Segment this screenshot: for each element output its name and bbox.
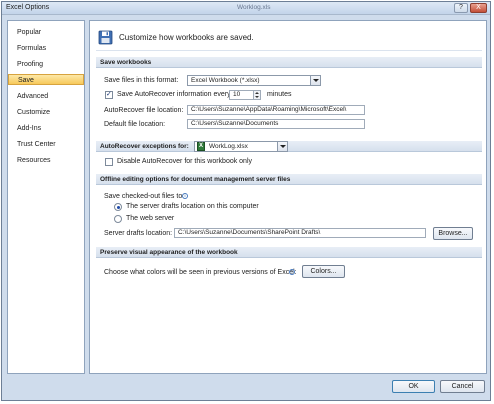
save-format-select[interactable]: Excel Workbook (*.xlsx) <box>187 75 321 86</box>
info-icon: i <box>289 269 295 275</box>
autorecover-checkbox[interactable] <box>105 90 113 99</box>
save-format-value: Excel Workbook (*.xlsx) <box>191 77 260 84</box>
nav-item-trust-center[interactable]: Trust Center <box>8 139 84 150</box>
close-button[interactable]: X <box>470 3 487 13</box>
nav-item-save[interactable]: Save <box>8 74 84 85</box>
options-navigation: Popular Formulas Proofing Save Advanced … <box>7 20 85 374</box>
disable-autorecover-checkbox[interactable] <box>105 158 113 166</box>
section-visual-appearance: Preserve visual appearance of the workbo… <box>96 247 482 258</box>
chevron-down-icon[interactable] <box>310 76 320 85</box>
server-drafts-location-input[interactable]: C:\Users\Suzanne\Documents\SharePoint Dr… <box>174 228 426 238</box>
autorecover-minutes-value: 10 <box>233 91 241 98</box>
nav-item-resources[interactable]: Resources <box>8 155 84 166</box>
panel-header-text: Customize how workbooks are saved. <box>119 33 254 42</box>
info-icon: i <box>182 193 188 199</box>
nav-item-add-ins[interactable]: Add-Ins <box>8 123 84 134</box>
save-options-panel: Customize how workbooks are saved. Save … <box>89 20 487 374</box>
autorecover-exceptions-title: AutoRecover exceptions for: <box>100 143 189 150</box>
chevron-down-icon[interactable] <box>277 142 287 151</box>
radio-web-server[interactable] <box>114 215 122 223</box>
excel-options-dialog: Excel Options Worklog.xls ? X Popular Fo… <box>1 1 491 401</box>
disable-autorecover-label: Disable AutoRecover for this workbook on… <box>117 158 253 165</box>
nav-item-advanced[interactable]: Advanced <box>8 91 84 102</box>
save-checked-out-label: Save checked-out files to: <box>104 193 185 200</box>
help-button[interactable]: ? <box>454 3 468 13</box>
background-window-caption: Worklog.xls <box>237 4 271 11</box>
ok-button[interactable]: OK <box>392 380 435 393</box>
window-title: Excel Options <box>6 4 50 11</box>
autorecover-checkbox-label: Save AutoRecover information every <box>117 91 231 98</box>
radio-server-drafts-label: The server drafts location on this compu… <box>126 203 259 210</box>
minutes-label: minutes <box>267 91 292 98</box>
exception-workbook-value: WorkLog.xlsx <box>209 143 248 150</box>
colors-button[interactable]: Colors... <box>302 265 345 278</box>
title-bar: Excel Options Worklog.xls ? X <box>2 2 490 15</box>
cancel-button[interactable]: Cancel <box>440 380 485 393</box>
nav-item-proofing[interactable]: Proofing <box>8 59 84 70</box>
radio-server-drafts[interactable] <box>114 203 122 211</box>
section-offline-editing: Offline editing options for document man… <box>96 174 482 185</box>
colors-prompt: Choose what colors will be seen in previ… <box>104 269 297 276</box>
autorecover-location-label: AutoRecover file location: <box>104 107 184 114</box>
autorecover-minutes-input[interactable]: 10 <box>229 90 261 100</box>
nav-item-customize[interactable]: Customize <box>8 107 84 118</box>
minutes-spinner[interactable] <box>253 91 260 99</box>
default-location-input[interactable]: C:\Users\Suzanne\Documents <box>187 119 365 129</box>
default-location-label: Default file location: <box>104 121 166 128</box>
section-save-workbooks: Save workbooks <box>96 57 482 68</box>
autorecover-location-input[interactable]: C:\Users\Suzanne\AppData\Roaming\Microso… <box>187 105 365 115</box>
browse-button[interactable]: Browse... <box>433 227 473 240</box>
radio-web-server-label: The web server <box>126 215 175 222</box>
header-divider <box>96 50 482 51</box>
save-disk-icon <box>98 30 113 45</box>
exception-workbook-select[interactable]: WorkLog.xlsx <box>194 141 288 152</box>
section-autorecover-exceptions: AutoRecover exceptions for: <box>96 141 482 152</box>
excel-workbook-icon <box>197 142 205 151</box>
nav-item-formulas[interactable]: Formulas <box>8 43 84 54</box>
nav-item-popular[interactable]: Popular <box>8 27 84 38</box>
save-format-label: Save files in this format: <box>104 77 179 84</box>
server-drafts-location-label: Server drafts location: <box>104 230 173 237</box>
